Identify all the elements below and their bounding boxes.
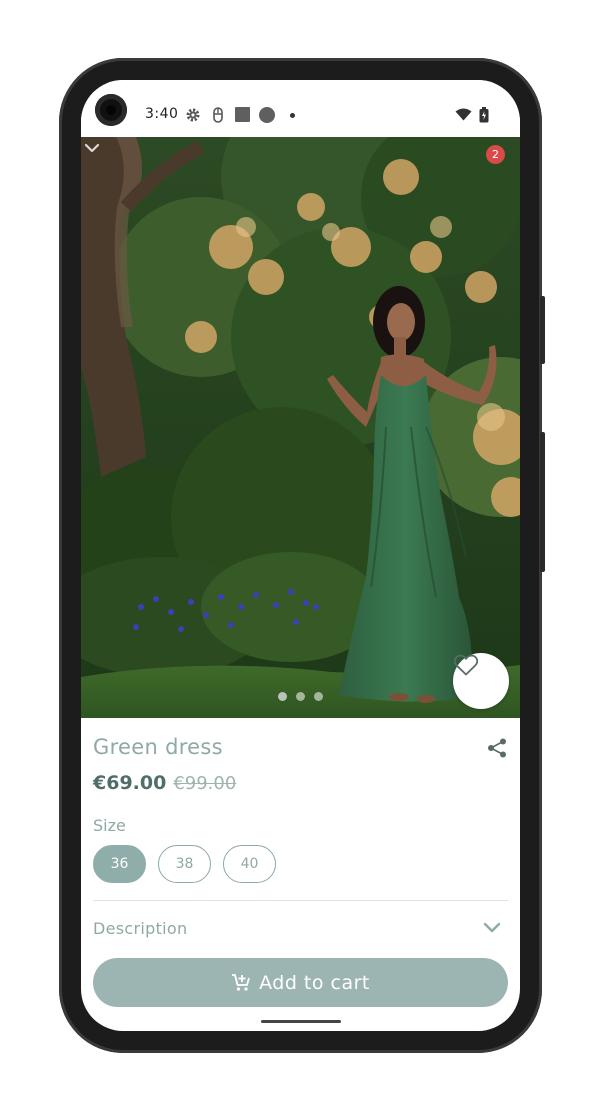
dot-icon xyxy=(290,113,295,118)
cart-badge[interactable]: 2 xyxy=(486,145,505,164)
status-time: 3:40 xyxy=(145,106,179,122)
heart-icon xyxy=(453,654,479,676)
size-label: Size xyxy=(93,816,126,835)
gear-icon xyxy=(186,108,200,122)
carousel-dot[interactable] xyxy=(278,692,287,701)
share-icon[interactable] xyxy=(486,737,508,759)
power-button xyxy=(540,296,545,364)
expand-chevron-icon[interactable] xyxy=(482,920,502,936)
current-price: €69.00 xyxy=(93,772,167,794)
front-camera xyxy=(95,94,127,126)
circle-icon xyxy=(259,107,275,123)
chevron-down-icon[interactable] xyxy=(81,137,103,159)
wifi-icon xyxy=(455,108,472,121)
product-title: Green dress xyxy=(93,735,223,759)
price-row: €69.00 €99.00 xyxy=(93,772,236,794)
screen: 3:40 2 Green dress €69.00 €99.00 Size 36… xyxy=(81,80,520,1031)
size-selector: 36 38 40 xyxy=(93,845,276,883)
volume-button xyxy=(540,432,545,572)
description-toggle[interactable]: Description xyxy=(93,919,187,938)
add-to-cart-button[interactable]: Add to cart xyxy=(93,958,508,1007)
favorite-button[interactable] xyxy=(453,653,509,709)
add-to-cart-label: Add to cart xyxy=(259,971,370,994)
carousel-indicators xyxy=(278,692,323,701)
carousel-dot[interactable] xyxy=(314,692,323,701)
usb-icon xyxy=(213,107,223,123)
gesture-nav-handle[interactable] xyxy=(261,1020,341,1023)
product-image-carousel[interactable]: 2 xyxy=(81,137,520,718)
divider xyxy=(93,900,508,901)
size-chip-36[interactable]: 36 xyxy=(93,845,146,883)
product-photo xyxy=(81,137,520,718)
carousel-dot[interactable] xyxy=(296,692,305,701)
battery-icon xyxy=(479,107,489,123)
square-icon xyxy=(235,107,250,122)
size-chip-40[interactable]: 40 xyxy=(223,845,276,883)
add-cart-icon xyxy=(232,973,250,991)
status-bar: 3:40 xyxy=(81,80,520,137)
size-chip-38[interactable]: 38 xyxy=(158,845,211,883)
original-price: €99.00 xyxy=(173,773,237,794)
